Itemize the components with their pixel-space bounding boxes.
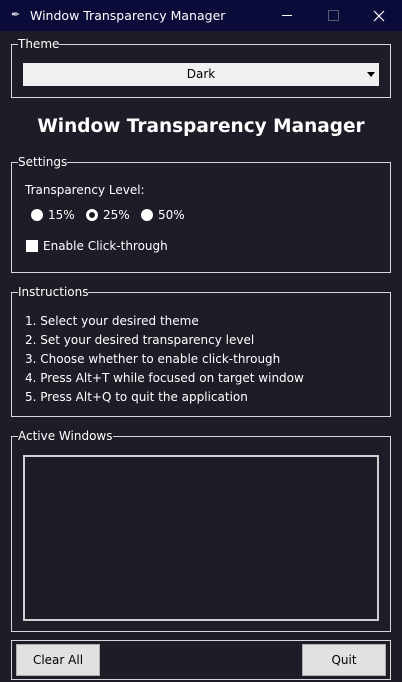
active-windows-legend: Active Windows: [18, 429, 113, 443]
chevron-down-icon: [367, 72, 375, 77]
feather-icon: ✒: [11, 8, 21, 21]
radio-15[interactable]: [31, 209, 43, 221]
instruction-line: 4. Press Alt+T while focused on target w…: [25, 371, 304, 385]
instruction-line: 1. Select your desired theme: [25, 314, 199, 328]
settings-legend: Settings: [18, 155, 68, 169]
theme-selected-value: Dark: [186, 67, 216, 81]
instruction-line: 5. Press Alt+Q to quit the application: [25, 390, 248, 404]
close-button[interactable]: [356, 0, 402, 31]
clear-all-button[interactable]: Clear All: [16, 644, 100, 676]
theme-dropdown[interactable]: Dark: [23, 63, 379, 86]
window-title: Window Transparency Manager: [30, 8, 226, 23]
instruction-line: 2. Set your desired transparency level: [25, 333, 255, 347]
radio-25[interactable]: [86, 209, 98, 221]
quit-button[interactable]: Quit: [302, 644, 386, 676]
minimize-icon: [282, 15, 292, 16]
page-title: Window Transparency Manager: [37, 116, 365, 137]
radio-25-label[interactable]: 25%: [103, 207, 130, 223]
transparency-label: Transparency Level:: [25, 183, 145, 197]
maximize-icon: [327, 10, 339, 21]
click-through-label[interactable]: Enable Click-through: [43, 238, 168, 254]
radio-50-label[interactable]: 50%: [158, 207, 185, 223]
maximize-button[interactable]: [310, 0, 356, 31]
radio-50[interactable]: [141, 209, 153, 221]
instruction-line: 3. Choose whether to enable click-throug…: [25, 352, 281, 366]
title-bar[interactable]: ✒ Window Transparency Manager: [0, 0, 402, 31]
radio-15-label[interactable]: 15%: [48, 207, 75, 223]
active-windows-list[interactable]: [23, 455, 379, 621]
theme-legend: Theme: [18, 37, 60, 51]
instructions-legend: Instructions: [18, 285, 89, 299]
close-icon: [373, 10, 385, 21]
minimize-button[interactable]: [264, 0, 310, 31]
click-through-checkbox[interactable]: [26, 240, 38, 252]
